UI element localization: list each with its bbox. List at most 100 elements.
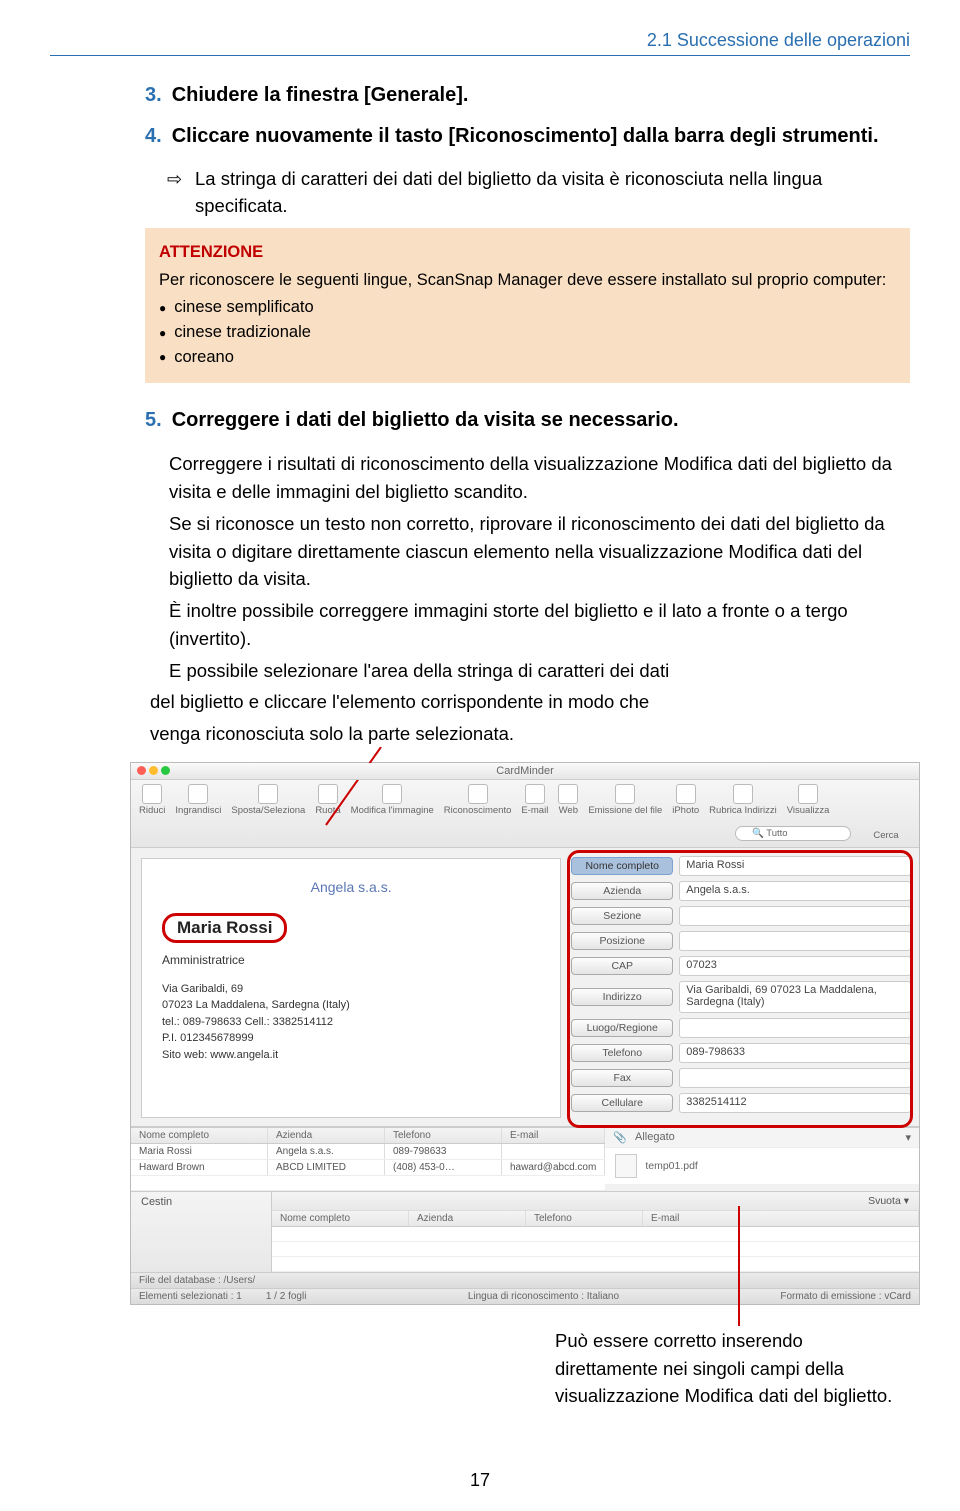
zoom-in-icon: [188, 784, 208, 804]
rotate-icon: [318, 784, 338, 804]
trash-col-nome: Nome completo: [272, 1211, 409, 1226]
web-icon: [558, 784, 578, 804]
status-bar: File del database : /Users/: [131, 1272, 919, 1288]
window-titlebar: CardMinder: [131, 763, 919, 780]
step-4-text: Cliccare nuovamente il tasto [Riconoscim…: [172, 125, 879, 148]
status-fmt: Formato di emissione : vCard: [780, 1291, 911, 1302]
field-indirizzo-value[interactable]: Via Garibaldi, 69 07023 La Maddalena, Sa…: [679, 981, 911, 1013]
trash-col-azienda: Azienda: [409, 1211, 526, 1226]
step-4-result-text: La stringa di caratteri dei dati del big…: [195, 166, 910, 220]
field-nome-button[interactable]: Nome completo: [571, 857, 673, 875]
dropdown-icon[interactable]: ▾: [905, 1131, 911, 1144]
edit-image-icon: [382, 784, 402, 804]
card-address: Via Garibaldi, 69 07023 La Maddalena, Sa…: [162, 981, 540, 1064]
results-table: Nome completo Azienda Telefono E-mail Ma…: [131, 1127, 605, 1191]
field-cap-button[interactable]: CAP: [571, 957, 673, 975]
card-role: Amministratrice: [162, 953, 540, 967]
tb-web[interactable]: Web: [558, 784, 578, 816]
tb-modifica[interactable]: Modifica l'immagine: [351, 784, 434, 816]
field-posizione-button[interactable]: Posizione: [571, 932, 673, 950]
tb-iphoto[interactable]: iPhoto: [672, 784, 699, 816]
traffic-lights: [137, 766, 170, 775]
field-fax-button[interactable]: Fax: [571, 1069, 673, 1087]
step-5-text: Correggere i dati del biglietto da visit…: [172, 409, 679, 432]
field-nome-value[interactable]: Maria Rossi: [679, 856, 911, 876]
field-cap-value[interactable]: 07023: [679, 956, 911, 976]
field-luogo-button[interactable]: Luogo/Regione: [571, 1019, 673, 1037]
step-5-number: 5.: [145, 409, 162, 432]
tb-ingrandisci[interactable]: Ingrandisci: [175, 784, 221, 816]
result-arrow-icon: ⇨: [167, 166, 185, 220]
tb-rubrica[interactable]: Rubrica Indirizzi: [709, 784, 777, 816]
trash-label[interactable]: Cestin: [131, 1192, 272, 1272]
col-azienda[interactable]: Azienda: [268, 1128, 385, 1143]
field-sezione-value[interactable]: [679, 906, 911, 926]
pdf-icon[interactable]: [615, 1154, 637, 1178]
attach-body: temp01.pdf: [605, 1147, 919, 1184]
maximize-icon[interactable]: [161, 766, 170, 775]
tb-visualizza[interactable]: Visualizza: [787, 784, 830, 816]
tb-sposta[interactable]: Sposta/Seleziona: [231, 784, 305, 816]
attention-title: ATTENZIONE: [159, 240, 896, 265]
status-sel: Elementi selezionati : 1: [139, 1291, 242, 1302]
field-posizione-value[interactable]: [679, 931, 911, 951]
field-fax-value[interactable]: [679, 1068, 911, 1088]
body-p3: È inoltre possibile correggere immagini …: [169, 597, 910, 653]
status-db: File del database : /Users/: [139, 1275, 255, 1286]
tb-riconoscimento[interactable]: Riconoscimento: [444, 784, 512, 816]
view-icon: [798, 784, 818, 804]
table-row[interactable]: Haward BrownABCD LIMITED(408) 453-0…hawa…: [131, 1160, 605, 1176]
email-icon: [525, 784, 545, 804]
tb-riduci[interactable]: Riduci: [139, 784, 165, 816]
move-icon: [258, 784, 278, 804]
field-luogo-value[interactable]: [679, 1018, 911, 1038]
export-icon: [615, 784, 635, 804]
status-lang: Lingua di riconoscimento : Italiano: [468, 1291, 619, 1302]
search-input[interactable]: 🔍 Tutto: [735, 826, 851, 841]
header-rule: [50, 55, 910, 56]
step-4: 4. Cliccare nuovamente il tasto [Riconos…: [145, 125, 910, 148]
status-bar-2: Elementi selezionati : 1 1 / 2 fogli Lin…: [131, 1288, 919, 1304]
minimize-icon[interactable]: [149, 766, 158, 775]
field-cellulare-value[interactable]: 3382514112: [679, 1093, 911, 1113]
body-p4b: del biglietto e cliccare l'elemento corr…: [150, 688, 910, 716]
field-sezione-button[interactable]: Sezione: [571, 907, 673, 925]
section-title: 2.1 Successione delle operazioni: [50, 30, 910, 51]
col-telefono[interactable]: Telefono: [385, 1128, 502, 1143]
field-cellulare-button[interactable]: Cellulare: [571, 1094, 673, 1112]
tb-emissione[interactable]: Emissione del file: [588, 784, 662, 816]
attention-list: cinese semplificato cinese tradizionale …: [159, 295, 896, 369]
trash-empty: [272, 1227, 919, 1272]
field-telefono-value[interactable]: 089-798633: [679, 1043, 911, 1063]
attention-item-2: cinese tradizionale: [159, 320, 896, 345]
search-label: Cerca: [861, 830, 911, 841]
step-3: 3. Chiudere la finestra [Generale].: [145, 84, 910, 107]
field-indirizzo-button[interactable]: Indirizzo: [571, 988, 673, 1006]
col-nome[interactable]: Nome completo: [131, 1128, 268, 1143]
tb-email[interactable]: E-mail: [521, 784, 548, 816]
card-preview: Angela s.a.s. Maria Rossi Amministratric…: [141, 858, 561, 1118]
attach-label: Allegato: [635, 1131, 675, 1143]
tb-ruota[interactable]: Ruota: [315, 784, 340, 816]
col-email[interactable]: E-mail: [502, 1128, 605, 1143]
table-row[interactable]: Maria RossiAngela s.a.s.089-798633: [131, 1144, 605, 1160]
body-p4a: E possibile selezionare l'area della str…: [169, 657, 910, 685]
card-company: Angela s.a.s.: [162, 879, 540, 895]
body-p1: Correggere i risultati di riconoscimento…: [169, 450, 910, 506]
field-telefono-button[interactable]: Telefono: [571, 1044, 673, 1062]
app-screenshot: CardMinder Riduci Ingrandisci Sposta/Sel…: [130, 762, 920, 1305]
svuota-button[interactable]: Svuota: [868, 1195, 901, 1207]
step-4-result: ⇨ La stringa di caratteri dei dati del b…: [167, 166, 910, 220]
trash-col-telefono: Telefono: [526, 1211, 643, 1226]
field-azienda-button[interactable]: Azienda: [571, 882, 673, 900]
step-5: 5. Correggere i dati del biglietto da vi…: [145, 409, 910, 432]
body-p4c: venga riconosciuta solo la parte selezio…: [150, 720, 910, 748]
attach-filename: temp01.pdf: [645, 1160, 698, 1172]
attention-box: ATTENZIONE Per riconoscere le seguenti l…: [145, 228, 910, 384]
close-icon[interactable]: [137, 766, 146, 775]
addressbook-icon: [733, 784, 753, 804]
iphoto-icon: [676, 784, 696, 804]
step-4-number: 4.: [145, 125, 162, 148]
paperclip-icon: 📎: [613, 1131, 627, 1144]
field-azienda-value[interactable]: Angela s.a.s.: [679, 881, 911, 901]
